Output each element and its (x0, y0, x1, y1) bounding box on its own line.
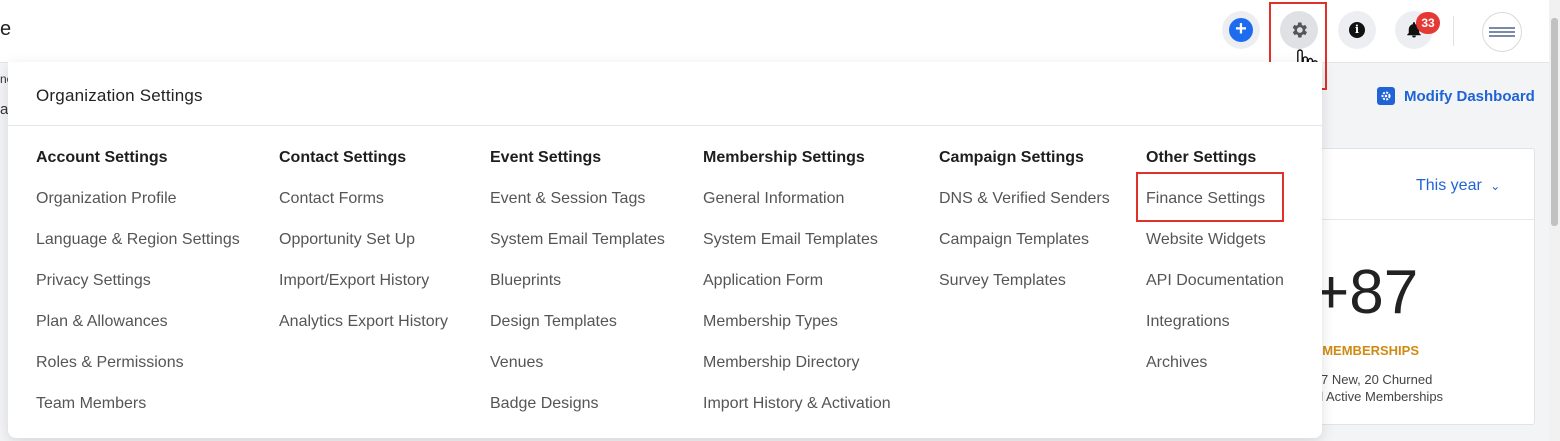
date-range-label: This year (1416, 177, 1482, 194)
menu-item-api-documentation[interactable]: API Documentation (1146, 270, 1284, 291)
menu-item-venues[interactable]: Venues (490, 352, 665, 373)
create-button[interactable]: + (1222, 11, 1260, 49)
menu-item-membership-types[interactable]: Membership Types (703, 311, 891, 332)
top-bar: e + i 33 (0, 0, 1560, 63)
menu-item-design-templates[interactable]: Design Templates (490, 311, 665, 332)
menu-item-event-system-email-templates[interactable]: System Email Templates (490, 229, 665, 250)
settings-button[interactable] (1280, 11, 1318, 49)
menu-item-dns-verified-senders[interactable]: DNS & Verified Senders (939, 188, 1110, 209)
gear-icon (1377, 87, 1395, 105)
chevron-down-icon: ⌄ (1490, 179, 1501, 193)
menu-item-language-region[interactable]: Language & Region Settings (36, 229, 240, 250)
menu-divider (8, 125, 1322, 126)
column-heading: Contact Settings (279, 149, 407, 166)
organization-logo-icon (1489, 25, 1515, 39)
settings-column-campaign: Campaign Settings DNS & Verified Senders… (939, 147, 1110, 311)
settings-column-account: Account Settings Organization Profile La… (36, 147, 240, 434)
menu-item-general-information[interactable]: General Information (703, 188, 891, 209)
column-heading: Account Settings (36, 149, 168, 166)
column-heading: Campaign Settings (939, 149, 1084, 166)
menu-item-badge-designs[interactable]: Badge Designs (490, 393, 665, 414)
column-heading: Other Settings (1146, 149, 1257, 166)
memberships-card: This year ⌄ +87 / MEMBERSHIPS 7 New, 20 … (1300, 148, 1535, 425)
settings-column-membership: Membership Settings General Information … (703, 147, 891, 434)
metric-sub-line: 7 New, 20 Churned (1321, 372, 1433, 387)
help-button[interactable]: i (1338, 11, 1376, 49)
column-heading: Event Settings (490, 149, 602, 166)
menu-item-finance-settings[interactable]: Finance Settings (1146, 188, 1284, 209)
menu-item-application-form[interactable]: Application Form (703, 270, 891, 291)
menu-item-integrations[interactable]: Integrations (1146, 311, 1284, 332)
scrollbar-thumb[interactable] (1551, 18, 1558, 226)
menu-item-privacy-settings[interactable]: Privacy Settings (36, 270, 240, 291)
gear-icon (1292, 22, 1307, 38)
menu-item-website-widgets[interactable]: Website Widgets (1146, 229, 1284, 250)
modify-dashboard-label: Modify Dashboard (1404, 87, 1535, 105)
page-title: e (0, 18, 12, 40)
menu-item-import-history-activation[interactable]: Import History & Activation (703, 393, 891, 414)
metric-value: +87 (1313, 258, 1419, 327)
menu-item-plan-allowances[interactable]: Plan & Allowances (36, 311, 240, 332)
metric-sub-line: al Active Memberships (1313, 389, 1444, 404)
settings-column-other: Other Settings Finance Settings Website … (1146, 147, 1284, 393)
plus-circle-icon: + (1229, 18, 1253, 42)
info-icon: i (1349, 22, 1365, 38)
menu-item-membership-system-email-templates[interactable]: System Email Templates (703, 229, 891, 250)
topbar-divider (1453, 16, 1454, 46)
modify-dashboard-button[interactable]: Modify Dashboard (1377, 87, 1535, 105)
notification-count-badge: 33 (1416, 12, 1440, 34)
menu-item-campaign-templates[interactable]: Campaign Templates (939, 229, 1110, 250)
menu-item-opportunity-setup[interactable]: Opportunity Set Up (279, 229, 448, 250)
menu-item-roles-permissions[interactable]: Roles & Permissions (36, 352, 240, 373)
menu-item-archives[interactable]: Archives (1146, 352, 1284, 373)
metric-label: / MEMBERSHIPS (1315, 343, 1420, 358)
settings-column-event: Event Settings Event & Session Tags Syst… (490, 147, 665, 434)
menu-item-organization-profile[interactable]: Organization Profile (36, 188, 240, 209)
menu-item-survey-templates[interactable]: Survey Templates (939, 270, 1110, 291)
menu-item-analytics-export-history[interactable]: Analytics Export History (279, 311, 448, 332)
column-heading: Membership Settings (703, 149, 865, 166)
date-range-select[interactable]: This year ⌄ (1416, 177, 1500, 195)
organization-settings-menu: Organization Settings Account Settings O… (8, 62, 1322, 438)
menu-item-contact-forms[interactable]: Contact Forms (279, 188, 448, 209)
menu-item-import-export-history[interactable]: Import/Export History (279, 270, 448, 291)
card-divider (1301, 219, 1534, 220)
menu-item-event-session-tags[interactable]: Event & Session Tags (490, 188, 665, 209)
menu-item-blueprints[interactable]: Blueprints (490, 270, 665, 291)
organization-avatar[interactable] (1482, 12, 1522, 52)
menu-title: Organization Settings (36, 86, 203, 105)
settings-column-contact: Contact Settings Contact Forms Opportuni… (279, 147, 448, 352)
menu-item-team-members[interactable]: Team Members (36, 393, 240, 414)
menu-item-membership-directory[interactable]: Membership Directory (703, 352, 891, 373)
